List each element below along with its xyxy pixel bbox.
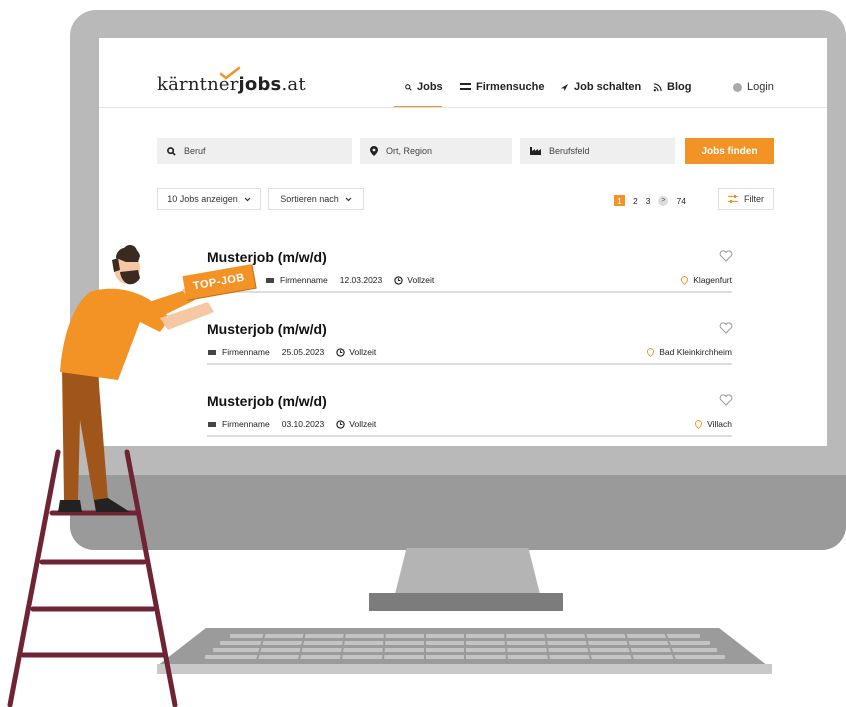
map-pin-icon — [647, 347, 655, 357]
job-location-label: Bad Kleinkirchheim — [659, 347, 732, 357]
next-page-icon[interactable]: > — [658, 195, 669, 206]
sort-select[interactable]: Sortieren nach — [268, 188, 364, 210]
job-location: Klagenfurt — [681, 275, 732, 285]
page-1[interactable]: 1 — [614, 195, 625, 206]
job-divider — [207, 291, 732, 293]
browser-screen — [99, 38, 827, 446]
chevron-down-icon — [345, 197, 352, 201]
company-icon — [208, 349, 216, 355]
company-name: Firmenname — [280, 275, 328, 285]
rss-icon — [653, 82, 662, 91]
filter-button[interactable]: Filter — [718, 188, 774, 210]
nav-blog-label: Blog — [667, 81, 692, 93]
clock-icon — [336, 347, 345, 357]
nav-jobs[interactable]: Jobs — [405, 81, 443, 93]
monitor-chin — [70, 475, 846, 550]
nav-jobs-label: Jobs — [417, 81, 443, 93]
category-field[interactable]: Berufsfeld — [520, 138, 675, 164]
logo-check-icon — [219, 66, 241, 80]
category-placeholder: Berufsfeld — [549, 146, 590, 156]
company-name: Firmenname — [222, 347, 270, 357]
map-pin-icon — [695, 419, 703, 429]
map-pin-icon — [370, 146, 378, 156]
job-meta: Firmenname 03.10.2023 Vollzeit — [208, 419, 376, 429]
company-icon — [208, 421, 216, 427]
sliders-icon — [728, 195, 738, 203]
keyboard-keys — [205, 632, 725, 660]
job-location: Bad Kleinkirchheim — [647, 347, 732, 357]
company-name: Firmenname — [222, 419, 270, 429]
login-button[interactable]: Login — [733, 81, 774, 93]
page-last[interactable]: 74 — [676, 196, 685, 206]
clock-icon — [336, 419, 345, 429]
job-title[interactable]: Musterjob (m/w/d) — [207, 249, 327, 265]
job-meta: Firmenname 12.03.2023 Vollzeit — [266, 275, 434, 285]
chevron-down-icon — [244, 197, 251, 201]
job-date: 25.05.2023 — [281, 347, 325, 357]
monitor-stand-neck — [395, 548, 540, 594]
clock-icon — [394, 275, 403, 285]
list-icon — [460, 83, 471, 90]
job-date: 03.10.2023 — [281, 419, 325, 429]
nav-job-schalten-label: Job schalten — [574, 81, 642, 93]
header-divider — [99, 107, 827, 108]
per-page-label: 10 Jobs anzeigen — [167, 194, 238, 204]
job-location: Villach — [695, 419, 732, 429]
job-type: Vollzeit — [349, 347, 377, 357]
page-2[interactable]: 2 — [633, 196, 638, 206]
search-icon — [405, 83, 412, 91]
nav-firmensuche-label: Firmensuche — [476, 81, 545, 93]
nav-firmensuche[interactable]: Firmensuche — [460, 81, 544, 93]
monitor-stand-base — [369, 593, 563, 611]
company-icon — [266, 277, 274, 283]
job-search-field[interactable]: Beruf — [157, 138, 352, 164]
heart-icon[interactable] — [719, 250, 733, 262]
heart-icon[interactable] — [719, 394, 733, 406]
map-pin-icon — [681, 275, 689, 285]
job-location-label: Klagenfurt — [693, 275, 732, 285]
nav-blog[interactable]: Blog — [653, 81, 691, 93]
job-divider — [207, 363, 732, 365]
login-label: Login — [747, 81, 774, 93]
heart-icon[interactable] — [719, 322, 733, 334]
job-date: 12.03.2023 — [339, 275, 383, 285]
keyboard-edge — [157, 664, 772, 674]
job-divider — [207, 435, 732, 437]
job-meta: Firmenname 25.05.2023 Vollzeit — [208, 347, 376, 357]
job-location-label: Villach — [707, 419, 732, 429]
job-type: Vollzeit — [349, 419, 377, 429]
per-page-select[interactable]: 10 Jobs anzeigen — [157, 188, 261, 210]
location-field[interactable]: Ort, Region — [360, 138, 512, 164]
nav-job-schalten[interactable]: Job schalten — [560, 81, 641, 93]
user-icon — [733, 82, 742, 92]
job-title[interactable]: Musterjob (m/w/d) — [207, 393, 327, 409]
filter-label: Filter — [744, 194, 764, 204]
job-search-placeholder: Beruf — [184, 146, 206, 156]
factory-icon — [530, 147, 541, 155]
send-icon — [560, 83, 569, 91]
page-3[interactable]: 3 — [646, 196, 651, 206]
job-title[interactable]: Musterjob (m/w/d) — [207, 321, 327, 337]
job-type: Vollzeit — [407, 275, 435, 285]
search-icon — [167, 146, 176, 156]
sort-label: Sortieren nach — [280, 194, 339, 204]
find-jobs-button[interactable]: Jobs finden — [685, 138, 774, 164]
pagination: 1 2 3 > 74 — [614, 195, 686, 206]
location-placeholder: Ort, Region — [386, 146, 433, 156]
